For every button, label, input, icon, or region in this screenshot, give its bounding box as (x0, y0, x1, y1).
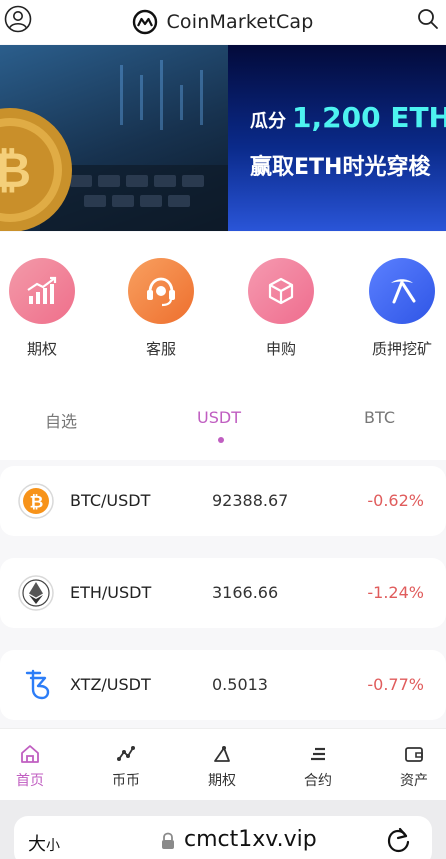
browser-bar: 大小 cmct1xv.vip (0, 800, 446, 859)
pair-name: XTZ/USDT (70, 675, 151, 694)
active-tab-indicator (218, 437, 224, 443)
tab-btc[interactable]: BTC (364, 408, 395, 427)
nav-label: 期权 (208, 773, 236, 789)
brand: CoinMarketCap (132, 9, 313, 35)
tezos-icon (25, 669, 50, 700)
action-label: 期权 (26, 340, 57, 358)
brand-name: CoinMarketCap (166, 11, 314, 33)
action-subscribe[interactable]: 申购 (236, 258, 326, 359)
change-percent: -0.77% (367, 675, 424, 694)
action-staking-mining[interactable]: 质押挖矿 (357, 258, 446, 359)
pair-name: BTC/USDT (70, 491, 151, 510)
pickaxe-icon (369, 258, 435, 324)
exchange-icon (117, 746, 135, 761)
nav-options[interactable]: 期权 (192, 743, 252, 790)
text-size-button[interactable]: 大小 (28, 830, 60, 856)
headset-icon (128, 258, 194, 324)
market-row-xtz[interactable]: XTZ/USDT 0.5013 -0.77% (0, 650, 446, 720)
rising-chart-icon (9, 258, 75, 324)
action-label: 申购 (265, 340, 296, 358)
price: 0.5013 (212, 675, 268, 694)
options-icon (214, 746, 230, 762)
quick-actions: 期权 客服 申购 质押挖矿 (0, 232, 446, 372)
bitcoin-icon: ₿ (18, 483, 54, 519)
wallet-icon (405, 747, 423, 762)
banner-subline: 赢取ETH时光穿梭 (250, 155, 431, 180)
market-row-eth[interactable]: ETH/USDT 3166.66 -1.24% (0, 558, 446, 628)
market-row-btc[interactable]: ₿ BTC/USDT 92388.67 -0.62% (0, 466, 446, 536)
nav-label: 币币 (112, 773, 140, 789)
coinmarketcap-logo-icon (133, 9, 158, 35)
address-field[interactable]: 大小 cmct1xv.vip (14, 816, 432, 859)
tab-usdt[interactable]: USDT (197, 408, 241, 427)
url-text: cmct1xv.vip (184, 827, 317, 852)
action-label: 客服 (145, 340, 176, 358)
nav-contract[interactable]: 合约 (288, 743, 348, 790)
reload-icon[interactable] (386, 827, 412, 855)
nav-label: 资产 (400, 773, 428, 789)
nav-home[interactable]: 首页 (0, 743, 60, 790)
nav-spot[interactable]: 币币 (96, 743, 156, 790)
action-customer-service[interactable]: 客服 (116, 258, 206, 359)
nav-label: 首页 (16, 773, 44, 789)
bottom-nav: 首页 币币 期权 合约 资产 (0, 728, 446, 800)
app-header: CoinMarketCap (0, 0, 446, 44)
banner-headline: 瓜分 1,200 ETH (250, 101, 446, 134)
banner-eth-promo: 瓜分 1,200 ETH 赢取ETH时光穿梭 (228, 45, 446, 231)
lock-icon (162, 832, 174, 849)
price: 3166.66 (212, 583, 279, 602)
change-percent: -0.62% (367, 491, 424, 510)
search-icon[interactable] (416, 7, 440, 31)
action-options[interactable]: 期权 (0, 258, 87, 359)
contract-icon (311, 747, 325, 761)
ethereum-icon (18, 575, 54, 611)
home-icon (21, 745, 39, 763)
market-tabs: 自选 USDT BTC (0, 372, 446, 460)
banner-bitcoin-image: ₿ (0, 45, 228, 231)
cube-icon (248, 258, 314, 324)
user-profile-icon[interactable] (4, 5, 32, 33)
svg-text:₿: ₿ (30, 493, 44, 513)
price: 92388.67 (212, 491, 289, 510)
action-label: 质押挖矿 (371, 340, 432, 358)
svg-text:₿: ₿ (0, 143, 31, 199)
tab-favorites[interactable]: 自选 (45, 408, 77, 432)
nav-assets[interactable]: 资产 (384, 743, 444, 790)
nav-label: 合约 (304, 773, 332, 789)
change-percent: -1.24% (367, 583, 424, 602)
pair-name: ETH/USDT (70, 583, 152, 602)
promo-banner[interactable]: ₿ 瓜分 1,200 ETH 赢取ETH时光穿梭 (0, 45, 446, 231)
